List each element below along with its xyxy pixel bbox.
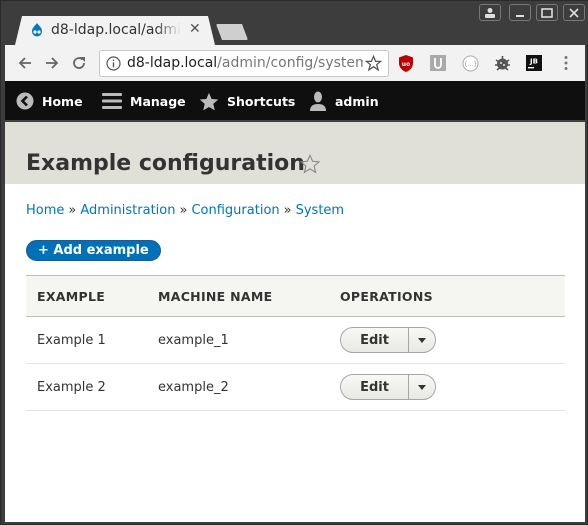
caret-down-icon: [418, 337, 426, 343]
page-header: Example configuration: [5, 122, 585, 184]
operations-dropbutton: Edit: [340, 374, 436, 400]
user-icon: [310, 91, 326, 111]
star-icon: [199, 92, 219, 110]
person-icon: [485, 8, 495, 18]
title-bar: d8-ldap.local/admin/config/system/exampl…: [1, 1, 588, 45]
breadcrumb-home[interactable]: Home: [26, 203, 64, 218]
column-header-machine-name: MACHINE NAME: [158, 288, 273, 304]
breadcrumb-system[interactable]: System: [296, 203, 344, 218]
toolbar-shortcuts[interactable]: Shortcuts: [199, 81, 295, 121]
tab-close-icon[interactable]: ✕: [189, 21, 201, 37]
operations-toggle-button[interactable]: [409, 375, 435, 399]
add-example-button[interactable]: + Add example: [26, 240, 161, 261]
toolbar-user-label: admin: [335, 93, 379, 109]
toolbar-home[interactable]: Home: [16, 81, 83, 121]
breadcrumb-configuration[interactable]: Configuration: [191, 203, 279, 218]
maximize-button[interactable]: [536, 4, 558, 21]
column-header-example: EXAMPLE: [37, 288, 106, 304]
minimize-icon: [516, 14, 524, 17]
arrow-left-icon: [18, 57, 31, 69]
operations-cell: Edit: [329, 363, 565, 411]
breadcrumb: Home» Administration» Configuration» System: [26, 203, 344, 218]
arrow-right-icon: [46, 57, 59, 69]
url-host: d8-ldap.local: [127, 55, 218, 71]
back-circle-icon: [16, 92, 34, 110]
operations-dropbutton: Edit: [340, 327, 436, 353]
breadcrumb-administration[interactable]: Administration: [80, 203, 175, 218]
bug-extension-icon[interactable]: [493, 54, 511, 72]
svg-text:JB: JB: [529, 58, 538, 66]
examples-table: EXAMPLE MACHINE NAME OPERATIONS Example …: [26, 275, 565, 411]
close-window-button[interactable]: [563, 4, 585, 21]
machine-name-cell: example_2: [147, 363, 329, 411]
toolbar-user[interactable]: admin: [309, 81, 379, 121]
toolbar-manage[interactable]: Manage: [102, 81, 186, 121]
browser-tab[interactable]: d8-ldap.local/admin/config/system/exampl…: [15, 16, 215, 45]
new-tab-button[interactable]: [216, 24, 248, 40]
tab-title: d8-ldap.local/admin/config/system/exampl…: [51, 22, 181, 38]
address-bar[interactable]: d8-ldap.local/admin/config/system/exampl…: [99, 50, 389, 77]
breadcrumb-separator: »: [179, 203, 188, 218]
bookmark-star-icon[interactable]: [365, 55, 382, 72]
edit-button[interactable]: Edit: [341, 328, 409, 352]
svg-text:{...}: {...}: [463, 61, 477, 68]
example-name-cell: Example 1: [26, 316, 147, 364]
page-content: Example configuration Home» Administratio…: [5, 122, 585, 522]
column-header-operations: OPERATIONS: [340, 288, 433, 304]
caret-down-icon: [418, 384, 426, 390]
profile-button[interactable]: [479, 4, 501, 21]
drupal-favicon-icon: [32, 23, 42, 37]
operations-toggle-button[interactable]: [409, 328, 435, 352]
ublock-origin-icon[interactable]: uo: [397, 54, 415, 72]
svg-text:uo: uo: [402, 61, 410, 68]
toolbar-home-label: Home: [42, 93, 83, 109]
u-extension-icon[interactable]: [429, 54, 447, 72]
close-icon: [569, 7, 579, 18]
url-path: /admin/config/system/example: [217, 55, 363, 71]
url-text[interactable]: d8-ldap.local/admin/config/system/exampl…: [127, 55, 363, 71]
admin-toolbar: Home Manage Shortcuts admin: [5, 81, 585, 121]
reload-icon: [73, 57, 85, 69]
jetbrains-icon[interactable]: JB: [525, 54, 543, 72]
forward-button[interactable]: [42, 53, 62, 73]
info-icon[interactable]: [106, 56, 121, 71]
shortcut-star-icon[interactable]: [299, 153, 321, 175]
hamburger-icon: [102, 93, 122, 109]
breadcrumb-separator: »: [68, 203, 77, 218]
maximize-icon: [541, 7, 553, 18]
example-name-cell: Example 2: [26, 363, 147, 411]
machine-name-cell: example_1: [147, 316, 329, 364]
reload-button[interactable]: [69, 53, 89, 73]
toolbar-shortcuts-label: Shortcuts: [227, 93, 296, 109]
json-viewer-icon[interactable]: {...}: [461, 54, 479, 72]
browser-window: d8-ldap.local/admin/config/system/exampl…: [0, 0, 588, 525]
table-row: Example 1 example_1 Edit: [26, 316, 565, 364]
browser-toolbar: d8-ldap.local/admin/config/system/exampl…: [5, 45, 585, 81]
page-title: Example configuration: [26, 151, 305, 176]
table-header-row: EXAMPLE MACHINE NAME OPERATIONS: [26, 275, 565, 317]
toolbar-manage-label: Manage: [130, 93, 186, 109]
table-row: Example 2 example_2 Edit: [26, 363, 565, 411]
back-button[interactable]: [15, 53, 35, 73]
browser-menu-button[interactable]: [557, 54, 575, 72]
breadcrumb-separator: »: [283, 203, 292, 218]
operations-cell: Edit: [329, 316, 565, 364]
edit-button[interactable]: Edit: [341, 375, 409, 399]
minimize-button[interactable]: [509, 4, 531, 21]
kebab-menu-icon: [564, 56, 568, 70]
